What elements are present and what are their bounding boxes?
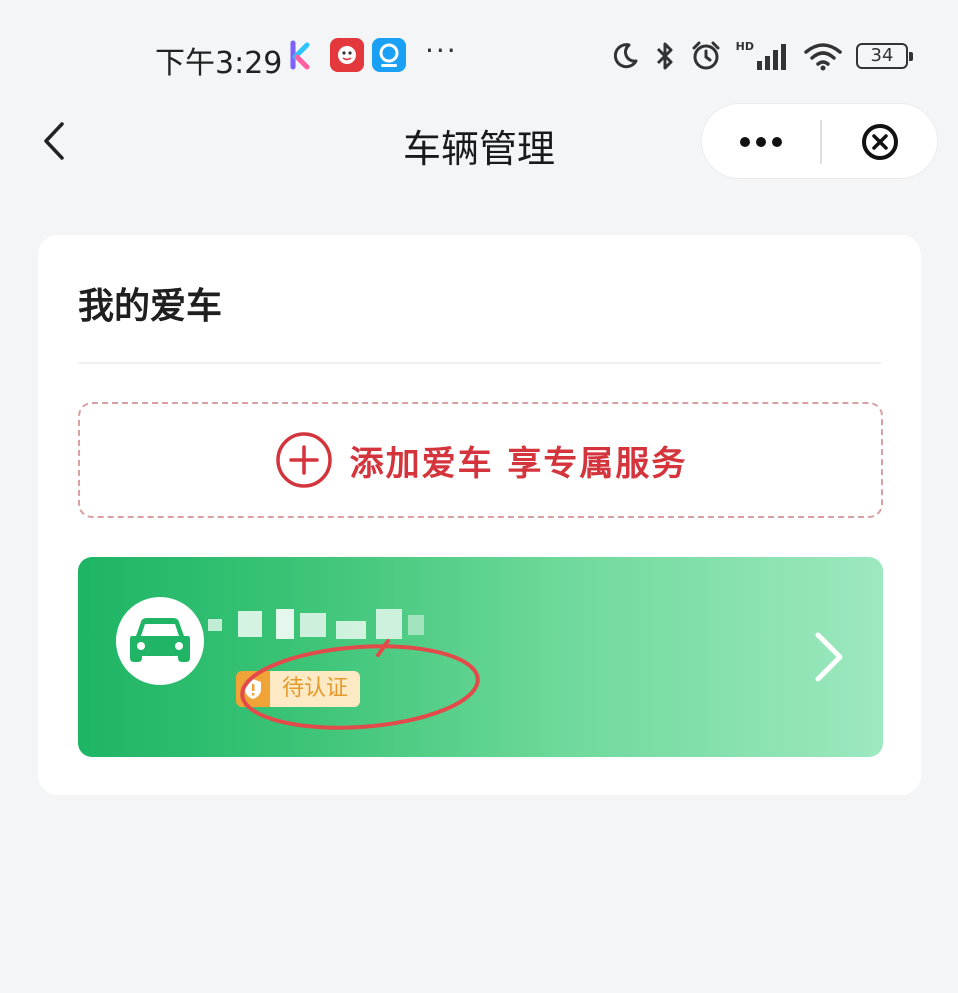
network-hd-label: HD [735, 39, 754, 53]
status-time: 下午3:29 [155, 46, 283, 81]
battery-icon: 34 [856, 43, 913, 69]
add-car-button[interactable]: 添加爱车 享专属服务 [78, 402, 883, 518]
red-circle-annotation [240, 639, 480, 730]
plus-circle-icon [275, 432, 332, 488]
signal-icon [757, 44, 786, 70]
close-circle-icon [862, 124, 898, 160]
my-car-card: 我的爱车 添加爱车 享专属服务 待认证 [38, 235, 921, 795]
nav-bar: 车辆管理 [0, 100, 958, 184]
close-button[interactable] [821, 104, 939, 180]
car-avatar [116, 597, 204, 685]
status-right-group: HD 34 [610, 36, 913, 76]
moon-icon [613, 43, 638, 69]
mini-program-capsule [701, 103, 938, 179]
eleme-app-icon [372, 38, 406, 72]
chevron-right-icon [815, 632, 843, 682]
add-car-label: 添加爱车 享专属服务 [349, 443, 688, 484]
bluetooth-icon [656, 42, 673, 70]
section-title: 我的爱车 [78, 286, 223, 327]
vehicle-card[interactable]: 待认证 [78, 557, 883, 757]
status-bar: 下午3:29 ··· HD 34 [0, 0, 958, 100]
divider [78, 362, 881, 364]
alarm-icon [692, 41, 720, 70]
car-icon [130, 618, 190, 662]
app-notification-icon [290, 40, 310, 70]
more-button[interactable] [702, 104, 820, 180]
status-more-dots: ··· [425, 34, 458, 67]
wifi-icon [804, 43, 842, 71]
jd-app-icon [330, 38, 364, 72]
more-dots-icon [740, 137, 782, 147]
